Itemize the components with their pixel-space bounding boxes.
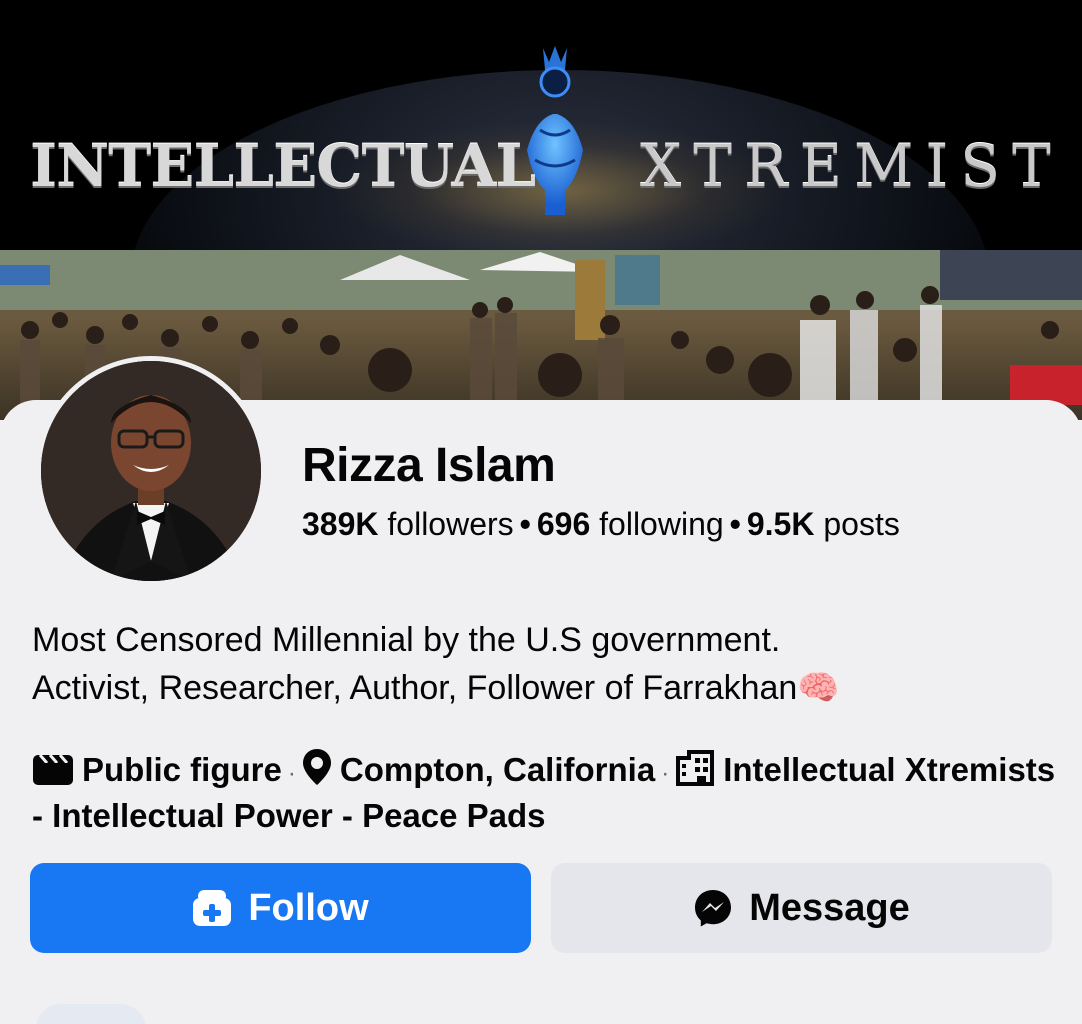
- cover-text-xtremist: XTREMIST: [640, 132, 1063, 200]
- bio-line-1: Most Censored Millennial by the U.S gove…: [32, 621, 781, 659]
- profile-details: Public figure · Compton, California · Inte…: [32, 748, 1062, 837]
- more-options-chip[interactable]: [36, 1004, 146, 1024]
- followers-stat[interactable]: 389K followers: [302, 506, 514, 542]
- stat-separator: •: [519, 506, 531, 542]
- follow-label: Follow: [248, 886, 369, 929]
- location-pin-icon: [302, 749, 331, 785]
- building-icon: [676, 750, 715, 786]
- following-label: following: [599, 506, 724, 542]
- followers-label: followers: [387, 506, 514, 542]
- posts-label: posts: [823, 506, 900, 542]
- profile-bio: Most Censored Millennial by the U.S gove…: [32, 616, 1062, 712]
- follow-badge-icon: [192, 889, 232, 927]
- following-stat[interactable]: 696 following: [537, 506, 724, 542]
- posts-count: 9.5K: [746, 506, 815, 542]
- profile-stats: 389K followers • 696 following • 9.5K posts: [302, 506, 900, 543]
- location-text: Compton, California: [339, 751, 656, 788]
- follow-button[interactable]: Follow: [30, 863, 531, 953]
- clapperboard-icon: [33, 754, 73, 785]
- followers-count: 389K: [302, 506, 379, 542]
- message-button[interactable]: Message: [551, 863, 1052, 953]
- following-count: 696: [536, 506, 591, 542]
- messenger-icon: [693, 888, 733, 928]
- cover-banner-top: INTELLECTUAL XTREMIST: [0, 0, 1082, 250]
- posts-stat[interactable]: 9.5K posts: [747, 506, 900, 542]
- bio-line-2: Activist, Researcher, Author, Follower o…: [32, 669, 840, 707]
- stat-separator: •: [729, 506, 741, 542]
- cover-text-intellectual: INTELLECTUAL: [30, 132, 536, 200]
- profile-name: Rizza Islam: [302, 439, 556, 492]
- message-label: Message: [749, 886, 910, 929]
- profile-avatar[interactable]: [41, 361, 261, 581]
- brain-emoji: 🧠: [797, 669, 840, 707]
- avatar-portrait: [41, 361, 261, 581]
- category-text: Public figure: [82, 751, 282, 788]
